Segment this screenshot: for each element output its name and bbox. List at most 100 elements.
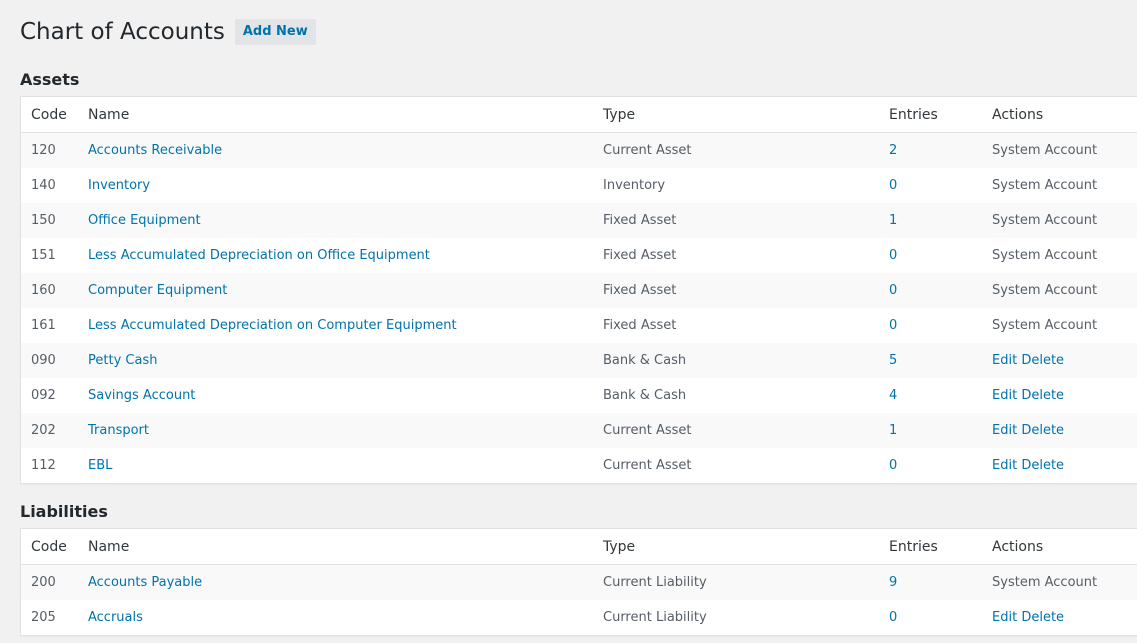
account-name-link[interactable]: Less Accumulated Depreciation on Office …: [88, 248, 430, 263]
entries-count-link[interactable]: 5: [889, 353, 897, 368]
account-name-link[interactable]: Accounts Payable: [88, 575, 202, 590]
account-name-link[interactable]: Transport: [88, 423, 149, 438]
table-row: 112 EBL Current Asset 0 Edit Delete: [21, 448, 1137, 483]
column-header-name: Name: [88, 106, 130, 123]
table-row: 160 Computer Equipment Fixed Asset 0 System …: [21, 273, 1137, 308]
system-account-label: System Account: [992, 283, 1098, 298]
account-code: 112: [31, 458, 56, 473]
entries-cell: 1: [889, 423, 992, 438]
delete-link[interactable]: Delete: [1021, 353, 1064, 368]
table-row: 151 Less Accumulated Depreciation on Offi…: [21, 238, 1137, 273]
entries-cell: 0: [889, 458, 992, 473]
entries-count-link[interactable]: 2: [889, 143, 897, 158]
account-name-link[interactable]: Accruals: [88, 610, 143, 625]
account-name-link[interactable]: Less Accumulated Depreciation on Compute…: [88, 318, 457, 333]
table-row: 202 Transport Current Asset 1 Edit Delete: [21, 413, 1137, 448]
entries-count-link[interactable]: 1: [889, 423, 897, 438]
account-code: 092: [31, 388, 56, 403]
section-title: Liabilities: [20, 502, 108, 521]
account-name-cell: Inventory: [88, 178, 603, 193]
account-name-cell: Less Accumulated Depreciation on Compute…: [88, 318, 603, 333]
column-header-entries: Entries: [889, 106, 938, 123]
entries-cell: 2: [889, 143, 992, 158]
account-name-cell: Transport: [88, 423, 603, 438]
account-code: 161: [31, 318, 56, 333]
account-type: Fixed Asset: [603, 283, 677, 298]
account-name-cell: Office Equipment: [88, 213, 603, 228]
entries-count-link[interactable]: 9: [889, 575, 897, 590]
entries-count-link[interactable]: 0: [889, 458, 897, 473]
accounts-table: Code Name Type Entries Actions 200 Accounts Pa…: [20, 528, 1137, 636]
account-name-link[interactable]: Accounts Receivable: [88, 143, 222, 158]
account-type: Inventory: [603, 178, 666, 193]
edit-link[interactable]: Edit: [992, 423, 1017, 438]
account-code: 120: [31, 143, 56, 158]
edit-link[interactable]: Edit: [992, 353, 1017, 368]
delete-link[interactable]: Delete: [1021, 388, 1064, 403]
account-code: 090: [31, 353, 56, 368]
entries-cell: 0: [889, 178, 992, 193]
actions-cell: Edit Delete: [992, 353, 1137, 368]
edit-link[interactable]: Edit: [992, 610, 1017, 625]
account-name-link[interactable]: Petty Cash: [88, 353, 157, 368]
account-code: 151: [31, 248, 56, 263]
column-header-entries: Entries: [889, 538, 938, 555]
account-name-cell: EBL: [88, 458, 603, 473]
entries-cell: 0: [889, 283, 992, 298]
account-code: 205: [31, 610, 56, 625]
actions-cell: System Account: [992, 283, 1137, 298]
entries-count-link[interactable]: 0: [889, 248, 897, 263]
account-code: 202: [31, 423, 56, 438]
account-code: 150: [31, 213, 56, 228]
table-row: 200 Accounts Payable Current Liability 9 Sys…: [21, 565, 1137, 600]
delete-link[interactable]: Delete: [1021, 458, 1064, 473]
account-name-cell: Accounts Payable: [88, 575, 603, 590]
actions-cell: System Account: [992, 143, 1137, 158]
account-code: 140: [31, 178, 56, 193]
account-name-cell: Computer Equipment: [88, 283, 603, 298]
entries-count-link[interactable]: 0: [889, 610, 897, 625]
account-type: Fixed Asset: [603, 213, 677, 228]
entries-count-link[interactable]: 0: [889, 283, 897, 298]
account-type: Bank & Cash: [603, 353, 687, 368]
entries-count-link[interactable]: 4: [889, 388, 897, 403]
account-name-cell: Accruals: [88, 610, 603, 625]
table-header-row: Code Name Type Entries Actions: [21, 97, 1137, 133]
delete-link[interactable]: Delete: [1021, 610, 1064, 625]
delete-link[interactable]: Delete: [1021, 423, 1064, 438]
account-type: Fixed Asset: [603, 248, 677, 263]
account-name-link[interactable]: Inventory: [88, 178, 150, 193]
account-code: 160: [31, 283, 56, 298]
table-row: 161 Less Accumulated Depreciation on Comp…: [21, 308, 1137, 343]
entries-cell: 9: [889, 575, 992, 590]
table-row: 120 Accounts Receivable Current Asset 2 Syst…: [21, 133, 1137, 168]
actions-cell: Edit Delete: [992, 423, 1137, 438]
edit-link[interactable]: Edit: [992, 388, 1017, 403]
account-name-link[interactable]: Savings Account: [88, 388, 195, 403]
add-new-button[interactable]: Add New: [234, 19, 316, 45]
system-account-label: System Account: [992, 318, 1098, 333]
page-title: Chart of Accounts: [20, 18, 225, 45]
account-name-link[interactable]: Computer Equipment: [88, 283, 227, 298]
column-header-code: Code: [31, 538, 67, 555]
entries-count-link[interactable]: 1: [889, 213, 897, 228]
entries-cell: 0: [889, 248, 992, 263]
column-header-name: Name: [88, 538, 130, 555]
account-type: Current Asset: [603, 143, 692, 158]
account-type: Bank & Cash: [603, 388, 687, 403]
entries-cell: 0: [889, 318, 992, 333]
actions-cell: System Account: [992, 318, 1137, 333]
actions-cell: System Account: [992, 213, 1137, 228]
account-name-link[interactable]: Office Equipment: [88, 213, 201, 228]
edit-link[interactable]: Edit: [992, 458, 1017, 473]
column-header-actions: Actions: [992, 538, 1044, 555]
entries-count-link[interactable]: 0: [889, 318, 897, 333]
entries-cell: 5: [889, 353, 992, 368]
account-name-link[interactable]: EBL: [88, 458, 112, 473]
entries-count-link[interactable]: 0: [889, 178, 897, 193]
account-code: 200: [31, 575, 56, 590]
sections-container: Assets Code Name Type Entries Actions 120 Accou…: [20, 64, 1137, 636]
entries-cell: 0: [889, 610, 992, 625]
account-name-cell: Petty Cash: [88, 353, 603, 368]
